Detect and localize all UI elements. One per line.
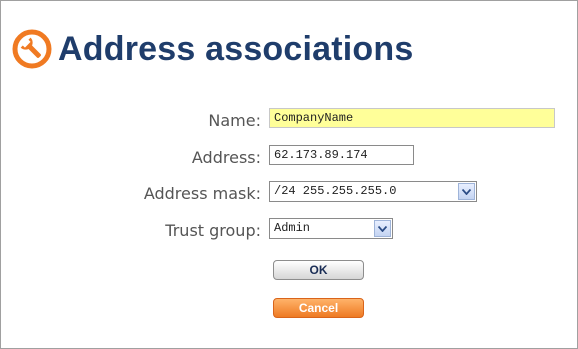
address-mask-select[interactable]: /24 255.255.255.0 — [269, 181, 477, 202]
address-mask-label: Address mask: — [143, 184, 261, 203]
chevron-down-icon[interactable] — [374, 220, 391, 237]
chevron-down-icon[interactable] — [458, 183, 475, 200]
name-label: Name: — [208, 111, 261, 130]
address-mask-row: Address mask: /24 255.255.255.0 — [1, 181, 577, 205]
trust-group-row: Trust group: Admin — [1, 218, 577, 242]
cancel-button[interactable]: Cancel — [273, 298, 364, 318]
address-input[interactable]: 62.173.89.174 — [269, 145, 414, 165]
page-header: Address associations — [12, 23, 413, 75]
trust-group-label: Trust group: — [165, 221, 261, 240]
page-title: Address associations — [58, 30, 414, 68]
trust-group-select[interactable]: Admin — [269, 218, 393, 239]
address-label: Address: — [191, 148, 261, 167]
address-mask-value: /24 255.255.255.0 — [274, 184, 397, 198]
dialog-frame: Address associations Name: CompanyName A… — [0, 0, 578, 349]
name-row: Name: CompanyName — [1, 108, 577, 132]
name-input[interactable]: CompanyName — [269, 108, 555, 128]
ok-button[interactable]: OK — [273, 260, 364, 280]
wrench-icon — [12, 29, 52, 69]
trust-group-value: Admin — [274, 221, 311, 235]
address-row: Address: 62.173.89.174 — [1, 145, 577, 169]
